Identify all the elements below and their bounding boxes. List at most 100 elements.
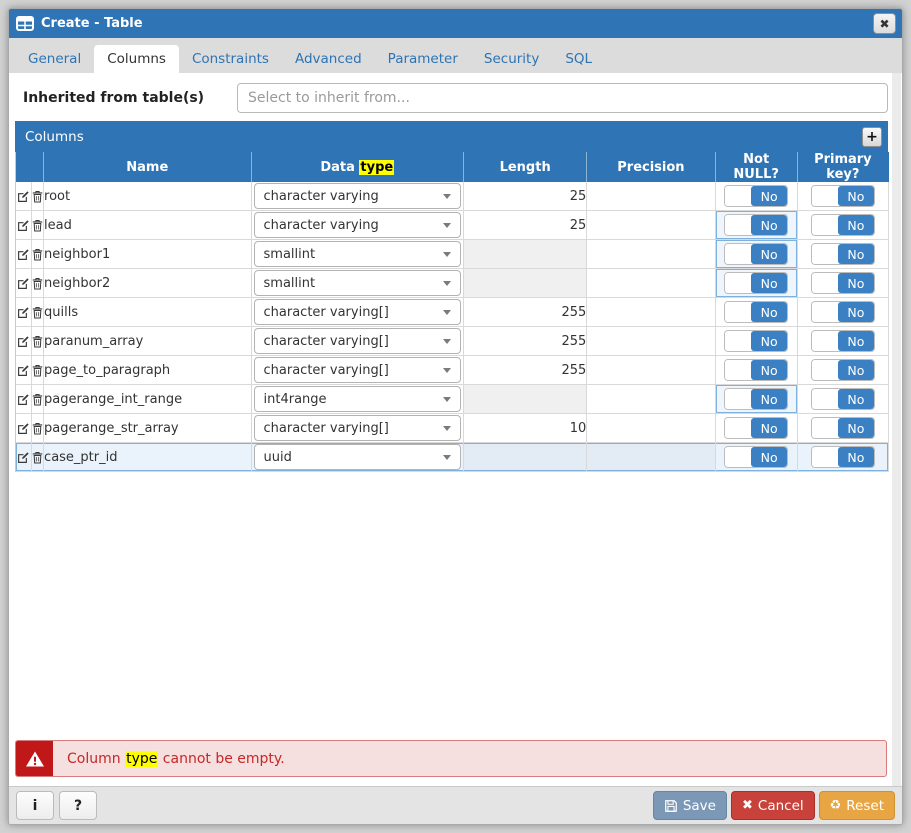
not-null-toggle[interactable]: No [724, 417, 788, 439]
primary-key-toggle[interactable]: No [811, 359, 875, 381]
tab-constraints[interactable]: Constraints [179, 45, 282, 73]
edit-row-cell[interactable] [15, 356, 32, 385]
column-name-cell[interactable]: neighbor1 [44, 240, 251, 269]
datatype-select[interactable]: character varying [254, 212, 461, 238]
reset-icon: ♻ [830, 798, 842, 813]
not-null-toggle[interactable]: No [724, 446, 788, 468]
not-null-cell: No [716, 356, 798, 385]
delete-row-cell[interactable] [32, 211, 44, 240]
delete-row-cell[interactable] [32, 269, 44, 298]
chevron-down-icon [443, 281, 451, 286]
delete-row-cell[interactable] [32, 385, 44, 414]
edit-row-cell[interactable] [15, 298, 32, 327]
length-cell[interactable] [464, 443, 587, 472]
datatype-select[interactable]: character varying [254, 183, 461, 209]
datatype-select[interactable]: smallint [254, 241, 461, 267]
edit-row-cell[interactable] [15, 211, 32, 240]
delete-row-cell[interactable] [32, 443, 44, 472]
column-name-cell[interactable]: paranum_array [44, 327, 251, 356]
tab-columns[interactable]: Columns [94, 45, 179, 73]
length-cell[interactable]: 255 [464, 298, 587, 327]
not-null-toggle[interactable]: No [724, 330, 788, 352]
datatype-select[interactable]: character varying[] [254, 328, 461, 354]
length-cell[interactable] [464, 269, 587, 298]
length-cell[interactable]: 255 [464, 327, 587, 356]
column-name-cell[interactable]: pagerange_int_range [44, 385, 251, 414]
column-name-cell[interactable]: lead [44, 211, 251, 240]
column-name-cell[interactable]: root [44, 182, 251, 211]
delete-row-cell[interactable] [32, 182, 44, 211]
not-null-toggle[interactable]: No [724, 243, 788, 265]
not-null-toggle[interactable]: No [724, 359, 788, 381]
delete-row-cell[interactable] [32, 356, 44, 385]
datatype-value: character varying [264, 189, 379, 204]
delete-row-cell[interactable] [32, 414, 44, 443]
delete-row-cell[interactable] [32, 240, 44, 269]
delete-row-cell[interactable] [32, 327, 44, 356]
column-name-cell[interactable]: quills [44, 298, 251, 327]
delete-row-cell[interactable] [32, 298, 44, 327]
tab-security[interactable]: Security [471, 45, 552, 73]
not-null-toggle[interactable]: No [724, 388, 788, 410]
trash-icon [32, 364, 43, 377]
edit-row-cell[interactable] [15, 269, 32, 298]
edit-row-cell[interactable] [15, 414, 32, 443]
datatype-select[interactable]: character varying[] [254, 357, 461, 383]
primary-key-toggle[interactable]: No [811, 301, 875, 323]
length-cell[interactable]: 255 [464, 356, 587, 385]
close-icon: ✖ [879, 17, 889, 31]
primary-key-toggle[interactable]: No [811, 243, 875, 265]
inherit-select-input[interactable] [237, 83, 888, 113]
primary-key-toggle[interactable]: No [811, 388, 875, 410]
not-null-toggle[interactable]: No [724, 214, 788, 236]
close-button[interactable]: ✖ [873, 13, 896, 34]
length-cell[interactable] [464, 385, 587, 414]
content-scrollbar[interactable] [892, 73, 901, 786]
cancel-button[interactable]: ✖ Cancel [731, 791, 815, 820]
column-row: case_ptr_id uuid No No [15, 443, 889, 472]
not-null-toggle[interactable]: No [724, 185, 788, 207]
edit-row-cell[interactable] [15, 443, 32, 472]
length-cell[interactable]: 25 [464, 211, 587, 240]
primary-key-toggle[interactable]: No [811, 446, 875, 468]
length-cell[interactable] [464, 240, 587, 269]
column-name-cell[interactable]: pagerange_str_array [44, 414, 251, 443]
column-name-cell[interactable]: case_ptr_id [44, 443, 251, 472]
sql-help-button[interactable]: i [16, 791, 54, 820]
datatype-select[interactable]: character varying[] [254, 415, 461, 441]
toggle-off-half [725, 331, 751, 351]
length-cell[interactable]: 10 [464, 414, 587, 443]
edit-row-cell[interactable] [15, 182, 32, 211]
primary-key-toggle[interactable]: No [811, 272, 875, 294]
column-name-cell[interactable]: page_to_paragraph [44, 356, 251, 385]
length-cell[interactable]: 25 [464, 182, 587, 211]
edit-row-cell[interactable] [15, 327, 32, 356]
column-name-cell[interactable]: neighbor2 [44, 269, 251, 298]
table-icon [16, 16, 34, 31]
dialog-help-button[interactable]: ? [59, 791, 97, 820]
primary-key-toggle[interactable]: No [811, 185, 875, 207]
save-button[interactable]: Save [653, 791, 727, 820]
reset-button[interactable]: ♻ Reset [819, 791, 895, 820]
datatype-select[interactable]: int4range [254, 386, 461, 412]
column-row: quills character varying[] 255 No No [15, 298, 889, 327]
datatype-select[interactable]: smallint [254, 270, 461, 296]
not-null-toggle[interactable]: No [724, 301, 788, 323]
tab-sql[interactable]: SQL [552, 45, 605, 73]
edit-row-cell[interactable] [15, 385, 32, 414]
add-column-button[interactable]: + [862, 127, 882, 147]
tab-general[interactable]: General [15, 45, 94, 73]
datatype-select[interactable]: character varying[] [254, 299, 461, 325]
primary-key-cell: No [798, 414, 889, 443]
primary-key-cell: No [798, 269, 889, 298]
primary-key-toggle[interactable]: No [811, 417, 875, 439]
not-null-toggle[interactable]: No [724, 272, 788, 294]
tab-parameter[interactable]: Parameter [375, 45, 471, 73]
precision-cell [587, 211, 715, 240]
edit-row-cell[interactable] [15, 240, 32, 269]
primary-key-toggle[interactable]: No [811, 214, 875, 236]
tab-advanced[interactable]: Advanced [282, 45, 375, 73]
primary-key-toggle[interactable]: No [811, 330, 875, 352]
grid-header-actions [15, 152, 44, 182]
datatype-select[interactable]: uuid [254, 444, 461, 470]
